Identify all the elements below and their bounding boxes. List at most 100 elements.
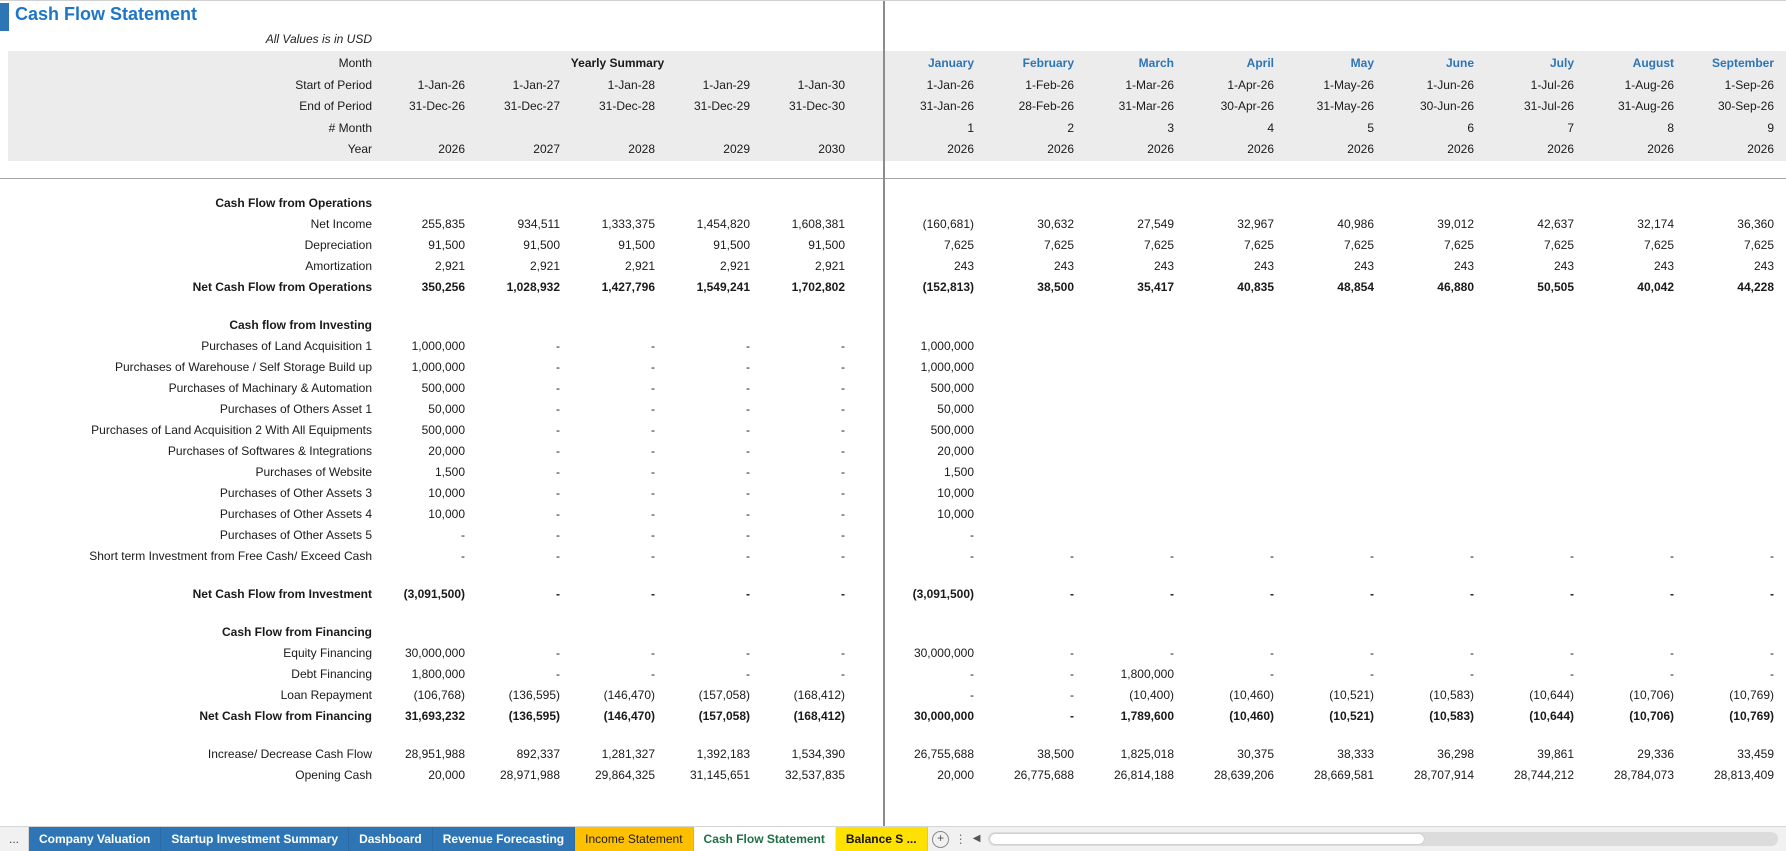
- header-cell[interactable]: [380, 118, 475, 140]
- value-cell[interactable]: [1184, 193, 1284, 214]
- row-label[interactable]: End of Period: [8, 96, 380, 118]
- month-header[interactable]: January: [884, 53, 984, 75]
- value-cell[interactable]: [570, 315, 665, 336]
- value-cell[interactable]: 934,511: [475, 214, 570, 235]
- value-cell[interactable]: -: [984, 546, 1084, 567]
- value-cell[interactable]: 1,608,381: [760, 214, 855, 235]
- value-cell[interactable]: 1,392,183: [665, 744, 760, 765]
- value-cell[interactable]: -: [1284, 664, 1384, 685]
- value-cell[interactable]: 20,000: [884, 441, 984, 462]
- value-cell[interactable]: -: [1484, 664, 1584, 685]
- value-cell[interactable]: [1084, 420, 1184, 441]
- header-cell[interactable]: 1-Jan-30: [760, 75, 855, 97]
- value-cell[interactable]: -: [760, 504, 855, 525]
- value-cell[interactable]: -: [1584, 643, 1684, 664]
- value-cell[interactable]: [1284, 193, 1384, 214]
- value-cell[interactable]: [1584, 441, 1684, 462]
- header-cell[interactable]: 30-Jun-26: [1384, 96, 1484, 118]
- value-cell[interactable]: [1184, 336, 1284, 357]
- value-cell[interactable]: [1684, 483, 1784, 504]
- value-cell[interactable]: (136,595): [475, 685, 570, 706]
- value-cell[interactable]: 42,637: [1484, 214, 1584, 235]
- value-cell[interactable]: [1184, 357, 1284, 378]
- value-cell[interactable]: [1084, 441, 1184, 462]
- value-cell[interactable]: (10,583): [1384, 706, 1484, 727]
- value-cell[interactable]: 10,000: [380, 483, 475, 504]
- value-cell[interactable]: -: [1084, 584, 1184, 605]
- add-sheet-button[interactable]: +: [928, 827, 954, 851]
- header-cell[interactable]: 2029: [665, 139, 760, 161]
- value-cell[interactable]: -: [665, 441, 760, 462]
- value-cell[interactable]: [1184, 378, 1284, 399]
- value-cell[interactable]: 1,281,327: [570, 744, 665, 765]
- value-cell[interactable]: -: [570, 643, 665, 664]
- value-cell[interactable]: 7,625: [884, 235, 984, 256]
- value-cell[interactable]: [1084, 525, 1184, 546]
- header-cell[interactable]: [760, 118, 855, 140]
- value-cell[interactable]: 33,459: [1684, 744, 1784, 765]
- header-cell[interactable]: [570, 118, 665, 140]
- value-cell[interactable]: 243: [1184, 256, 1284, 277]
- value-cell[interactable]: 36,298: [1384, 744, 1484, 765]
- value-cell[interactable]: [1084, 483, 1184, 504]
- month-header[interactable]: March: [1084, 53, 1184, 75]
- value-cell[interactable]: 38,500: [984, 277, 1084, 298]
- value-cell[interactable]: 2,921: [475, 256, 570, 277]
- value-cell[interactable]: 7,625: [1084, 235, 1184, 256]
- value-cell[interactable]: (10,521): [1284, 685, 1384, 706]
- row-label[interactable]: Purchases of Softwares & Integrations: [8, 441, 380, 462]
- value-cell[interactable]: [1484, 462, 1584, 483]
- value-cell[interactable]: -: [475, 441, 570, 462]
- value-cell[interactable]: (10,460): [1184, 685, 1284, 706]
- value-cell[interactable]: 1,000,000: [380, 336, 475, 357]
- value-cell[interactable]: -: [984, 706, 1084, 727]
- value-cell[interactable]: 32,967: [1184, 214, 1284, 235]
- value-cell[interactable]: [1184, 462, 1284, 483]
- value-cell[interactable]: [380, 193, 475, 214]
- value-cell[interactable]: [665, 315, 760, 336]
- value-cell[interactable]: -: [1384, 584, 1484, 605]
- header-cell[interactable]: 28-Feb-26: [984, 96, 1084, 118]
- value-cell[interactable]: [1484, 441, 1584, 462]
- value-cell[interactable]: -: [570, 504, 665, 525]
- row-label[interactable]: Purchases of Land Acquisition 2 With All…: [8, 420, 380, 441]
- value-cell[interactable]: [1184, 525, 1284, 546]
- value-cell[interactable]: 243: [1684, 256, 1784, 277]
- value-cell[interactable]: 7,625: [1684, 235, 1784, 256]
- value-cell[interactable]: -: [665, 504, 760, 525]
- value-cell[interactable]: 30,632: [984, 214, 1084, 235]
- header-cell[interactable]: 1-Jul-26: [1484, 75, 1584, 97]
- value-cell[interactable]: -: [760, 336, 855, 357]
- value-cell[interactable]: -: [475, 643, 570, 664]
- value-cell[interactable]: 20,000: [380, 765, 475, 786]
- value-cell[interactable]: -: [760, 357, 855, 378]
- value-cell[interactable]: 7,625: [1284, 235, 1384, 256]
- value-cell[interactable]: [1084, 336, 1184, 357]
- sheet-tab-dashboard[interactable]: Dashboard: [349, 827, 433, 851]
- header-cell[interactable]: 31-Aug-26: [1584, 96, 1684, 118]
- value-cell[interactable]: 1,000,000: [884, 336, 984, 357]
- value-cell[interactable]: 29,336: [1584, 744, 1684, 765]
- value-cell[interactable]: (136,595): [475, 706, 570, 727]
- value-cell[interactable]: [760, 622, 855, 643]
- value-cell[interactable]: (157,058): [665, 706, 760, 727]
- value-cell[interactable]: -: [1184, 584, 1284, 605]
- header-cell[interactable]: 6: [1384, 118, 1484, 140]
- value-cell[interactable]: 243: [1384, 256, 1484, 277]
- value-cell[interactable]: 243: [1584, 256, 1684, 277]
- value-cell[interactable]: [570, 193, 665, 214]
- value-cell[interactable]: -: [665, 525, 760, 546]
- header-cell[interactable]: 1-Jan-26: [380, 75, 475, 97]
- row-label[interactable]: Cash Flow from Financing: [8, 622, 380, 643]
- value-cell[interactable]: [1184, 504, 1284, 525]
- header-cell[interactable]: 2026: [884, 139, 984, 161]
- value-cell[interactable]: -: [1584, 546, 1684, 567]
- value-cell[interactable]: 39,861: [1484, 744, 1584, 765]
- value-cell[interactable]: -: [1284, 546, 1384, 567]
- value-cell[interactable]: 44,228: [1684, 277, 1784, 298]
- scrollbar-thumb[interactable]: [990, 834, 1425, 844]
- value-cell[interactable]: [1384, 525, 1484, 546]
- value-cell[interactable]: [1084, 622, 1184, 643]
- value-cell[interactable]: [984, 483, 1084, 504]
- value-cell[interactable]: [1484, 315, 1584, 336]
